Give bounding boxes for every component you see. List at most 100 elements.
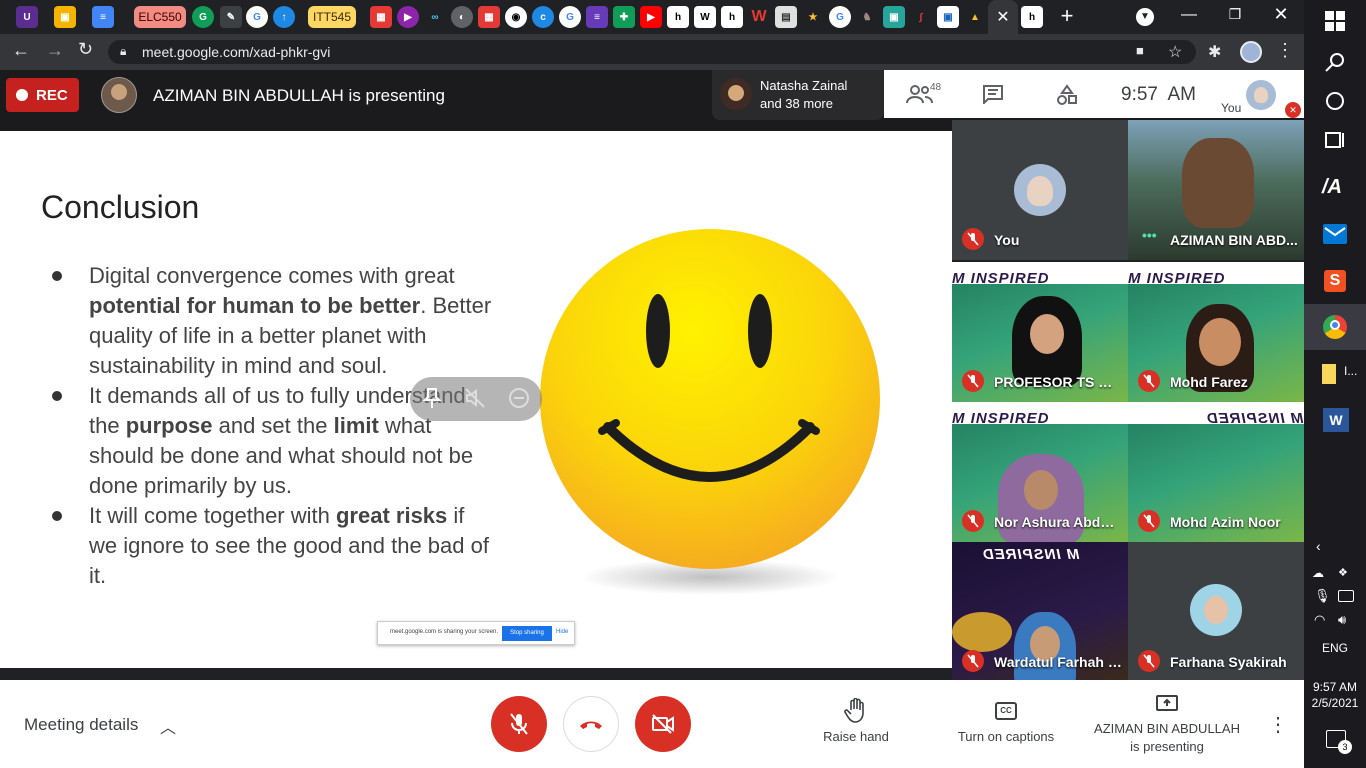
mail-icon[interactable] <box>1323 224 1347 244</box>
chat-icon[interactable] <box>982 84 1004 106</box>
tab-favicon-grid[interactable]: ▦ <box>370 6 392 28</box>
tab-favicon-2[interactable]: ▣ <box>54 6 76 28</box>
tab-favicon-docs[interactable]: ≡ <box>92 6 114 28</box>
back-icon[interactable]: ← <box>12 40 30 61</box>
tab-favicon-1[interactable]: U <box>16 6 38 28</box>
tab-favicon-w-red[interactable]: W <box>748 6 770 28</box>
participant-tile-profesor[interactable]: M INSPIRED PROFESOR TS DR ... <box>952 262 1128 402</box>
address-bar[interactable]: 🔒︎ meet.google.com/xad-phkr-gvi ■ ☆ <box>108 40 1196 64</box>
taskbar-date[interactable]: 2/5/2021 <box>1304 696 1366 710</box>
tab-favicon-star[interactable]: ★ <box>802 6 824 28</box>
tab-group-elc550[interactable]: ELC550 <box>134 6 186 28</box>
wifi-icon[interactable]: ◠ <box>1314 612 1325 628</box>
search-icon[interactable] <box>1324 52 1346 74</box>
tab-favicon-gray[interactable]: ◐ <box>451 6 473 28</box>
tab-favicon-id[interactable]: ▣ <box>937 6 959 28</box>
tab-favicon-google-2[interactable]: G <box>559 6 581 28</box>
present-screen-icon[interactable] <box>1155 694 1179 714</box>
tab-favicon-grid-2[interactable]: ▦ <box>478 6 500 28</box>
tab-favicon-link[interactable]: ∞ <box>424 6 446 28</box>
windows-start-icon[interactable] <box>1324 10 1346 32</box>
tab-favicon-pen[interactable]: ✎ <box>220 6 242 28</box>
camera-indicator-icon[interactable]: ■ <box>1136 43 1144 58</box>
tab-favicon-youtube[interactable]: ▶ <box>640 6 662 28</box>
bookmark-star-icon[interactable]: ☆ <box>1168 42 1182 62</box>
tab-favicon-h[interactable]: h <box>667 6 689 28</box>
volume-icon[interactable]: 🔊︎ <box>1338 612 1346 628</box>
reload-icon[interactable]: ↻ <box>78 39 93 60</box>
raise-hand-icon[interactable] <box>844 697 868 724</box>
participant-preview[interactable]: Natasha Zainal and 38 more <box>712 70 884 120</box>
tab-group-itt545[interactable]: ITT545 <box>308 6 356 28</box>
menu-icon[interactable]: ⋮ <box>1276 40 1294 61</box>
battery-icon[interactable] <box>1338 590 1354 602</box>
tab-search-icon[interactable]: ▼ <box>1136 8 1154 26</box>
extensions-icon[interactable]: ✱ <box>1208 42 1221 62</box>
tab-favicon-forms[interactable]: ≡ <box>586 6 608 28</box>
tab-favicon-h-2[interactable]: h <box>721 6 743 28</box>
participant-tile-you[interactable]: You <box>952 120 1128 260</box>
participant-tile-azim-noor[interactable]: M INSPIRED Mohd Azim Noor <box>1128 402 1304 542</box>
tab-favicon-swoosh[interactable]: ∫ <box>910 6 932 28</box>
presenting-status[interactable]: AZIMAN BIN ABDULLAH is presenting <box>1086 720 1248 756</box>
tab-favicon-figure[interactable]: ♞ <box>856 6 878 28</box>
tab-favicon-sheets[interactable]: ✚ <box>613 6 635 28</box>
activities-icon[interactable] <box>1056 84 1078 106</box>
participant-tile-nor-ashura[interactable]: M INSPIRED Nor Ashura Abdul ... <box>952 402 1128 542</box>
participant-tile-farhana[interactable]: Farhana Syakirah <box>1128 542 1304 682</box>
onedrive-icon[interactable]: ☁ <box>1312 566 1328 580</box>
stop-sharing-button[interactable]: Stop sharing <box>502 626 552 641</box>
restore-icon[interactable]: ❐ <box>1224 6 1246 28</box>
tile-decoration <box>952 612 1012 652</box>
mic-toggle-button[interactable] <box>491 696 547 752</box>
tab-favicon-upload[interactable]: ↑ <box>273 6 295 28</box>
remove-from-view-icon[interactable] <box>508 387 530 409</box>
captions-label[interactable]: Turn on captions <box>946 729 1066 744</box>
word-icon[interactable]: W <box>1323 408 1349 432</box>
captions-icon[interactable]: CC <box>995 702 1017 720</box>
tab-favicon-photo[interactable]: ▣ <box>883 6 905 28</box>
chevron-up-icon[interactable]: ︿ <box>160 714 176 738</box>
hide-button[interactable]: Hide <box>556 629 568 635</box>
close-tab-icon[interactable]: ✕ <box>988 0 1018 34</box>
tab-favicon-image[interactable]: ▤ <box>775 6 797 28</box>
pin-icon[interactable] <box>422 387 442 409</box>
tab-favicon-google-3[interactable]: G <box>829 6 851 28</box>
mute-for-me-icon[interactable] <box>464 387 486 409</box>
tab-favicon-warning[interactable]: ▲ <box>964 6 986 28</box>
file-explorer-icon[interactable] <box>1322 364 1336 384</box>
meeting-details-label[interactable]: Meeting details <box>24 715 138 735</box>
language-indicator[interactable]: ENG <box>1304 641 1366 655</box>
participant-tile-wardatul[interactable]: M INSPIRED Wardatul Farhah N... <box>952 542 1128 682</box>
minimize-icon[interactable]: — <box>1178 6 1200 28</box>
microphone-icon[interactable]: 🎙︎ <box>1314 588 1331 604</box>
speaking-indicator-icon: ••• <box>1142 227 1157 243</box>
profile-avatar[interactable] <box>1240 41 1262 63</box>
participant-name: Wardatul Farhah N... <box>994 654 1122 670</box>
sublime-icon[interactable]: S <box>1324 270 1346 292</box>
close-window-icon[interactable]: ✕ <box>1270 4 1292 26</box>
tab-favicon-grammarly[interactable]: G <box>192 6 214 28</box>
forward-icon[interactable]: → <box>46 40 64 61</box>
taskbar-time[interactable]: 9:57 AM <box>1304 680 1366 694</box>
dropbox-icon[interactable]: ❖ <box>1338 566 1354 580</box>
tab-favicon-github[interactable]: ◉ <box>505 6 527 28</box>
lock-icon: 🔒︎ <box>120 44 127 58</box>
tab-favicon-google[interactable]: G <box>246 6 268 28</box>
camera-toggle-button[interactable] <box>635 696 691 752</box>
raise-hand-label[interactable]: Raise hand <box>806 729 906 744</box>
chevron-left-icon[interactable]: ‹ <box>1316 538 1321 554</box>
tab-favicon-play[interactable]: ▶ <box>397 6 419 28</box>
leave-call-button[interactable] <box>563 696 619 752</box>
tab-favicon-h-3[interactable]: h <box>1021 6 1043 28</box>
tab-favicon-wikipedia[interactable]: W <box>694 6 716 28</box>
participant-tile-farez[interactable]: M INSPIRED Mohd Farez <box>1128 262 1304 402</box>
new-tab-icon[interactable]: + <box>1056 5 1078 28</box>
tab-favicon-c[interactable]: c <box>532 6 554 28</box>
more-options-icon[interactable]: ⋮ <box>1268 712 1288 737</box>
participant-tile-aziman[interactable]: ••• AZIMAN BIN ABD... <box>1128 120 1304 260</box>
chrome-icon[interactable] <box>1323 315 1347 339</box>
app-icon-a[interactable]: /A <box>1322 176 1342 199</box>
cortana-icon[interactable] <box>1326 92 1344 110</box>
task-view-icon[interactable] <box>1324 130 1346 150</box>
